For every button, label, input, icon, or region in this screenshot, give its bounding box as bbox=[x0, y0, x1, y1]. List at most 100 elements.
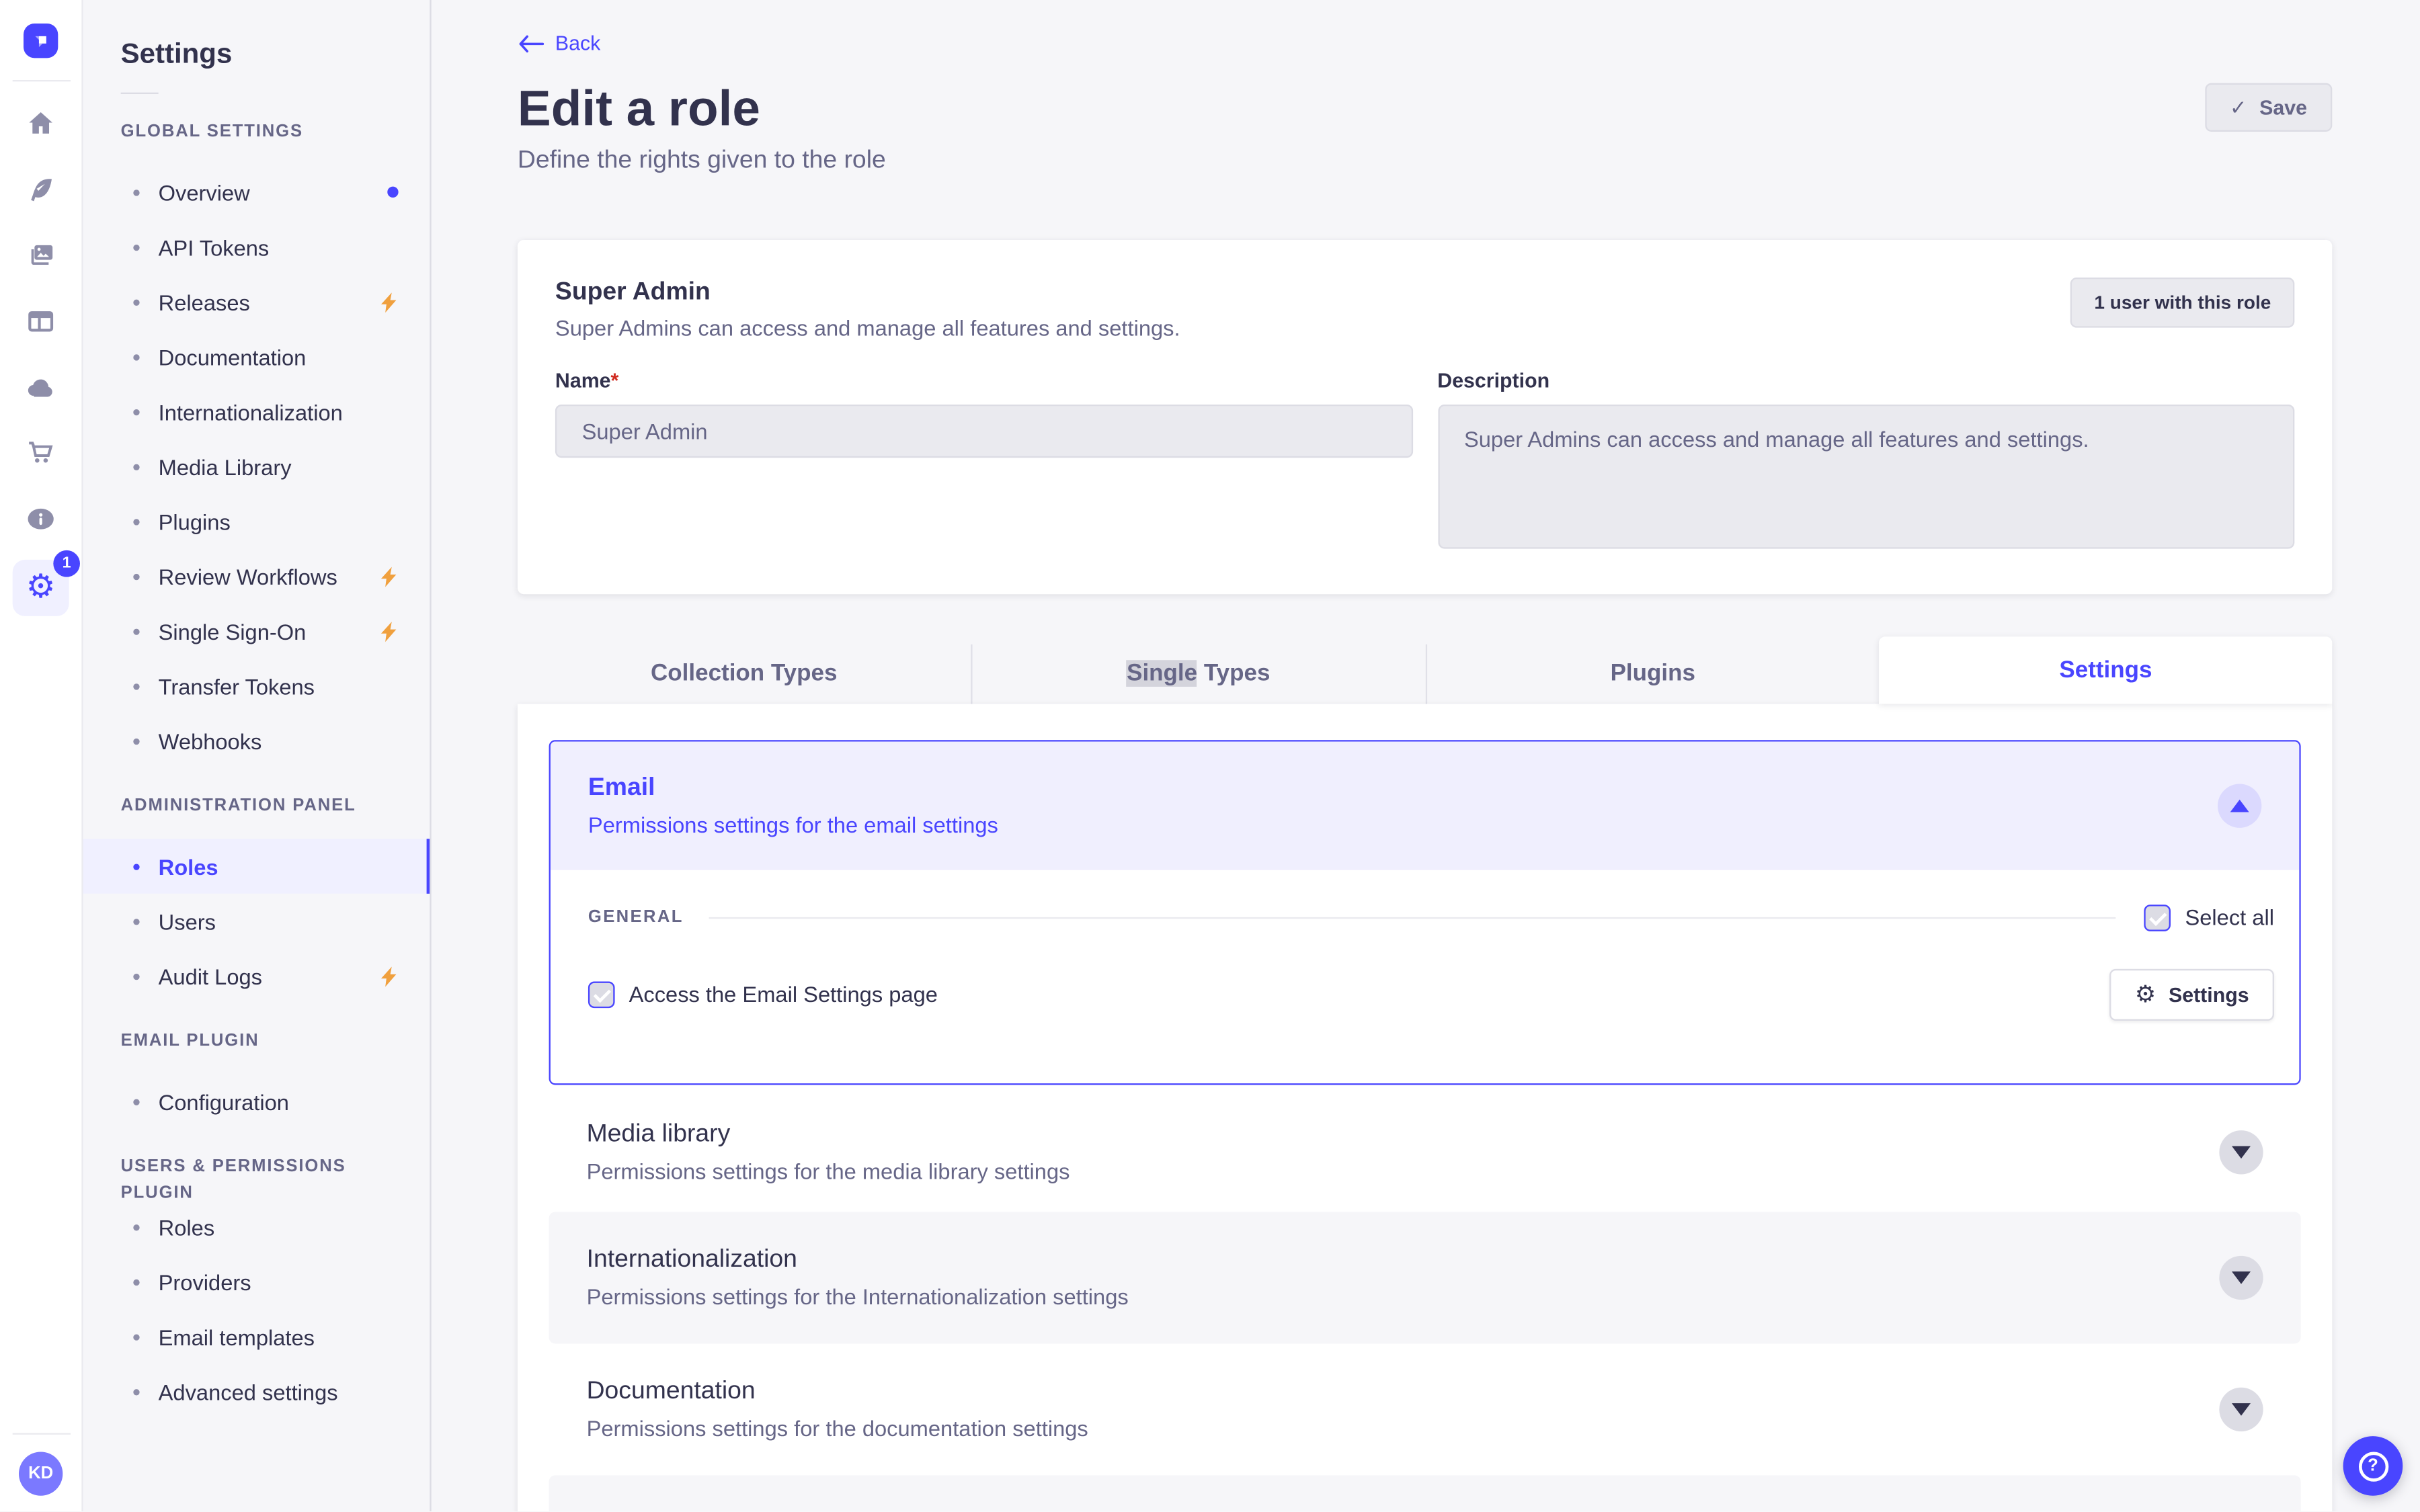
row-title: Media library bbox=[586, 1120, 731, 1147]
tab-single-types[interactable]: Single Types bbox=[970, 643, 1425, 704]
sidebar-item-overview[interactable]: Overview bbox=[83, 165, 430, 220]
select-all-control[interactable]: Select all bbox=[2144, 904, 2274, 931]
marketplace-cart-icon[interactable] bbox=[15, 428, 66, 478]
sidebar-divider bbox=[120, 92, 159, 94]
check-icon bbox=[2230, 95, 2247, 118]
bullet-icon bbox=[133, 1223, 140, 1230]
sidebar-item-api-tokens[interactable]: API Tokens bbox=[83, 220, 430, 275]
sidebar-item-review-workflows[interactable]: Review Workflows bbox=[83, 549, 430, 604]
email-settings-permission-control[interactable]: Access the Email Settings page bbox=[588, 980, 938, 1008]
required-asterisk: * bbox=[610, 368, 619, 392]
sidebar-item-internationalization[interactable]: Internationalization bbox=[83, 384, 430, 439]
information-icon[interactable] bbox=[15, 494, 66, 544]
row-subtitle: Permissions settings for the Internation… bbox=[586, 1283, 1129, 1308]
description-label: Description bbox=[1437, 368, 1550, 392]
rail-bottom-divider bbox=[11, 1433, 70, 1435]
bullet-icon bbox=[133, 1333, 140, 1340]
email-accordion-texts: Email Permissions settings for the email… bbox=[588, 772, 998, 838]
sidebar-item-email-templates[interactable]: Email templates bbox=[83, 1309, 430, 1364]
expand-button[interactable] bbox=[2219, 1255, 2263, 1299]
chevron-up-icon bbox=[2230, 798, 2249, 812]
section-heading: USERS & PERMISSIONS PLUGIN bbox=[120, 1157, 346, 1203]
selected-text: Single bbox=[1127, 660, 1198, 687]
plugins-marketplace-row[interactable]: Plugins and marketplace bbox=[549, 1474, 2301, 1512]
bullet-icon bbox=[133, 518, 140, 525]
sidebar-item-releases[interactable]: Releases bbox=[83, 274, 430, 329]
documentation-row[interactable]: Documentation Permissions settings for t… bbox=[549, 1343, 2301, 1474]
bullet-icon bbox=[133, 628, 140, 634]
lightning-icon bbox=[380, 292, 397, 312]
sidebar-item-media-library[interactable]: Media Library bbox=[83, 439, 430, 494]
page-heading: Edit a role Define the rights given to t… bbox=[518, 76, 886, 176]
bullet-icon bbox=[133, 1278, 140, 1285]
bullet-icon bbox=[133, 353, 140, 360]
tab-collection-types[interactable]: Collection Types bbox=[518, 644, 971, 704]
row-subtitle: Permissions settings for the media libra… bbox=[586, 1157, 1070, 1183]
permission-rows: Media library Permissions settings for t… bbox=[549, 1092, 2301, 1512]
content-type-builder-icon[interactable] bbox=[15, 165, 66, 215]
bullet-icon bbox=[133, 918, 140, 925]
sidebar-item-plugins[interactable]: Plugins bbox=[83, 494, 430, 549]
sidebar-item-users[interactable]: Users bbox=[83, 894, 430, 949]
bullet-icon bbox=[133, 863, 140, 870]
sidebar-item-audit-logs[interactable]: Audit Logs bbox=[83, 949, 430, 1004]
page-subtitle: Define the rights given to the role bbox=[517, 146, 886, 173]
email-settings-checkbox[interactable] bbox=[588, 980, 615, 1008]
section-administration-panel: ADMINISTRATION PANEL Roles Users Audit L… bbox=[83, 794, 430, 1004]
back-link[interactable]: Back bbox=[518, 32, 600, 55]
section-heading: GLOBAL SETTINGS bbox=[120, 122, 304, 141]
section-heading: ADMINISTRATION PANEL bbox=[120, 796, 356, 816]
name-field-group: Name* bbox=[555, 366, 1412, 556]
select-all-checkbox[interactable] bbox=[2144, 904, 2171, 931]
accordion-subtitle: Permissions settings for the email setti… bbox=[588, 811, 998, 837]
role-card-heading: Super Admin Super Admins can access and … bbox=[555, 277, 1180, 341]
home-icon[interactable] bbox=[15, 99, 66, 149]
email-accordion-header[interactable]: Email Permissions settings for the email… bbox=[550, 741, 2300, 870]
strapi-logo[interactable] bbox=[23, 23, 58, 58]
description-field-group: Description Super Admins can access and … bbox=[1437, 366, 2295, 556]
chevron-down-icon bbox=[2232, 1270, 2251, 1284]
help-button[interactable] bbox=[2343, 1436, 2403, 1496]
sidebar-item-advanced-settings[interactable]: Advanced settings bbox=[83, 1364, 430, 1419]
save-button[interactable]: Save bbox=[2204, 82, 2333, 131]
row-title: Internationalization bbox=[586, 1245, 797, 1273]
sidebar-item-documentation[interactable]: Documentation bbox=[83, 329, 430, 384]
media-library-icon[interactable] bbox=[15, 230, 66, 281]
bullet-icon bbox=[133, 573, 140, 580]
content-manager-icon[interactable] bbox=[15, 296, 66, 347]
name-label: Name* bbox=[555, 368, 619, 392]
bullet-icon bbox=[133, 1388, 140, 1395]
lightning-icon bbox=[380, 966, 397, 986]
arrow-left-icon bbox=[519, 34, 544, 52]
tab-plugins[interactable]: Plugins bbox=[1424, 643, 1880, 704]
collapse-button[interactable] bbox=[2218, 783, 2262, 827]
cloud-icon[interactable] bbox=[15, 362, 66, 413]
sidebar-item-configuration[interactable]: Configuration bbox=[83, 1074, 430, 1129]
media-library-row[interactable]: Media library Permissions settings for t… bbox=[549, 1092, 2301, 1211]
users-with-role-button[interactable]: 1 user with this role bbox=[2070, 276, 2295, 327]
sidebar-title: Settings bbox=[120, 37, 233, 69]
internationalization-row[interactable]: Internationalization Permissions setting… bbox=[549, 1211, 2301, 1343]
strapi-logo-icon bbox=[35, 36, 46, 48]
sidebar-item-webhooks[interactable]: Webhooks bbox=[83, 714, 430, 769]
sidebar-item-transfer-tokens[interactable]: Transfer Tokens bbox=[83, 659, 430, 714]
strapi-admin: 1 KD Settings GLOBAL SETTINGS Overview A… bbox=[0, 0, 2420, 1512]
description-textarea[interactable]: Super Admins can access and manage all f… bbox=[1437, 403, 2295, 548]
sidebar-item-single-sign-on[interactable]: Single Sign-On bbox=[83, 603, 430, 659]
role-details-card: Super Admin Super Admins can access and … bbox=[517, 239, 2333, 594]
sidebar-item-up-roles[interactable]: Roles bbox=[83, 1200, 430, 1255]
settings-button[interactable]: Settings bbox=[2109, 968, 2274, 1020]
sidebar-item-roles[interactable]: Roles bbox=[83, 839, 430, 894]
expand-button[interactable] bbox=[2219, 1386, 2263, 1431]
email-accordion-body: GENERAL Select all Access the Email Sett… bbox=[550, 869, 2300, 1083]
bullet-icon bbox=[133, 683, 140, 689]
sidebar-item-providers[interactable]: Providers bbox=[83, 1254, 430, 1309]
expand-button[interactable] bbox=[2219, 1129, 2263, 1174]
user-avatar[interactable]: KD bbox=[18, 1452, 63, 1496]
name-input[interactable] bbox=[555, 403, 1412, 458]
bullet-icon bbox=[133, 737, 140, 745]
section-divider bbox=[709, 916, 2116, 919]
bullet-icon bbox=[133, 189, 140, 196]
tab-settings[interactable]: Settings bbox=[1879, 636, 2333, 704]
settings-gear-icon[interactable]: 1 bbox=[12, 550, 80, 616]
